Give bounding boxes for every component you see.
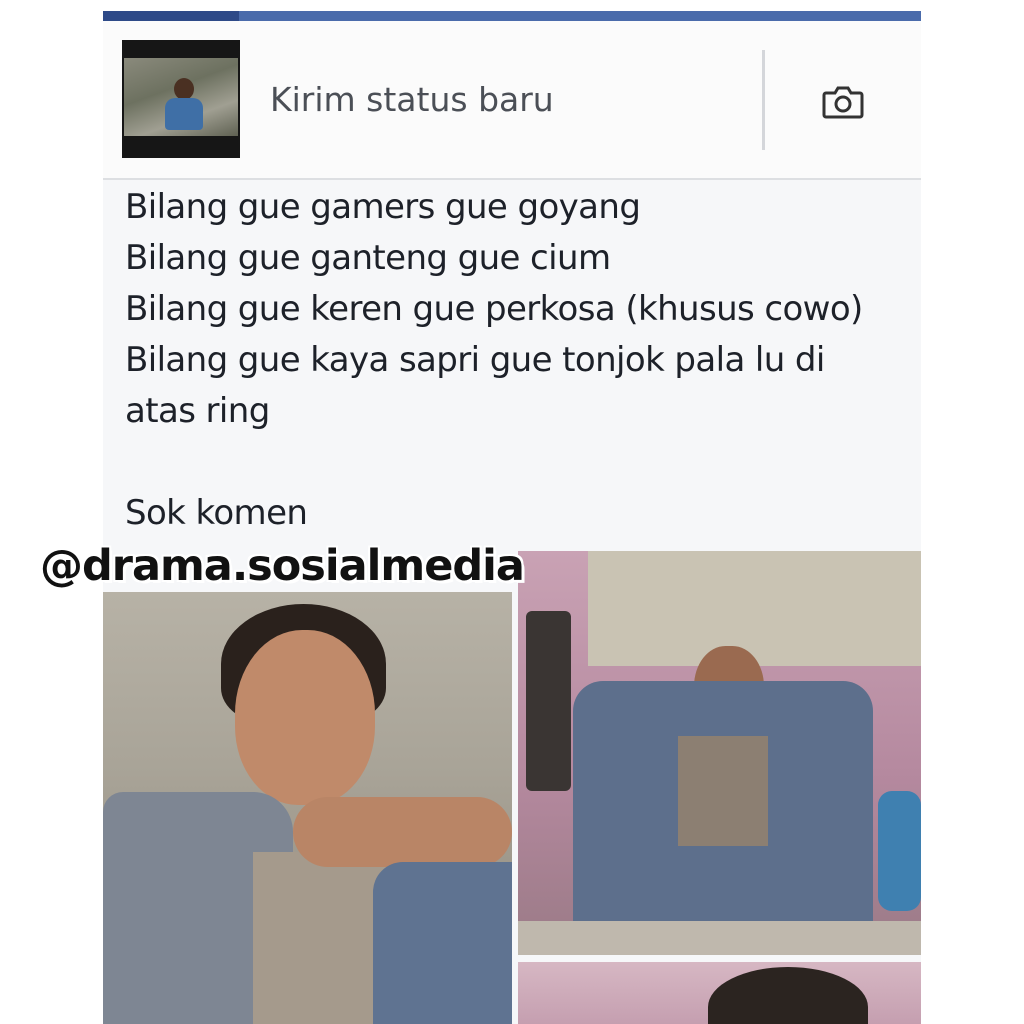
- photo-floor: [518, 921, 921, 955]
- photo-jeans: [373, 862, 512, 1024]
- composer-divider: [762, 50, 765, 150]
- post-photo-3[interactable]: [518, 962, 921, 1024]
- post-text: Bilang gue gamers gue goyang Bilang gue …: [125, 182, 915, 539]
- watermark: @drama.sosialmedia: [40, 541, 525, 591]
- post-line: Bilang gue gamers gue goyang: [125, 187, 641, 227]
- photo-arm: [293, 797, 512, 867]
- avatar-body: [165, 98, 203, 130]
- post-line: Bilang gue keren gue perkosa (khusus cow…: [125, 289, 863, 329]
- post-line: Bilang gue ganteng gue cium: [125, 238, 611, 278]
- photo-shirt: [678, 736, 768, 846]
- top-app-bar: [103, 11, 921, 21]
- photo-person-background: [878, 791, 921, 911]
- photo-face: [235, 630, 375, 805]
- photo-clothes: [526, 611, 571, 791]
- post-line: atas ring: [125, 391, 270, 431]
- composer-separator: [103, 178, 921, 180]
- post-line: Sok komen: [125, 493, 308, 533]
- top-app-bar-segment: [103, 11, 239, 21]
- photo-ceiling: [588, 551, 921, 666]
- avatar[interactable]: [122, 40, 240, 158]
- post-photo-2[interactable]: [518, 551, 921, 955]
- camera-icon[interactable]: [822, 84, 864, 120]
- avatar-head: [174, 78, 194, 100]
- post-photo-1[interactable]: [103, 592, 512, 1024]
- status-input-placeholder[interactable]: Kirim status baru: [270, 80, 554, 119]
- post-line: Bilang gue kaya sapri gue tonjok pala lu…: [125, 340, 825, 380]
- photo-hair: [708, 967, 868, 1024]
